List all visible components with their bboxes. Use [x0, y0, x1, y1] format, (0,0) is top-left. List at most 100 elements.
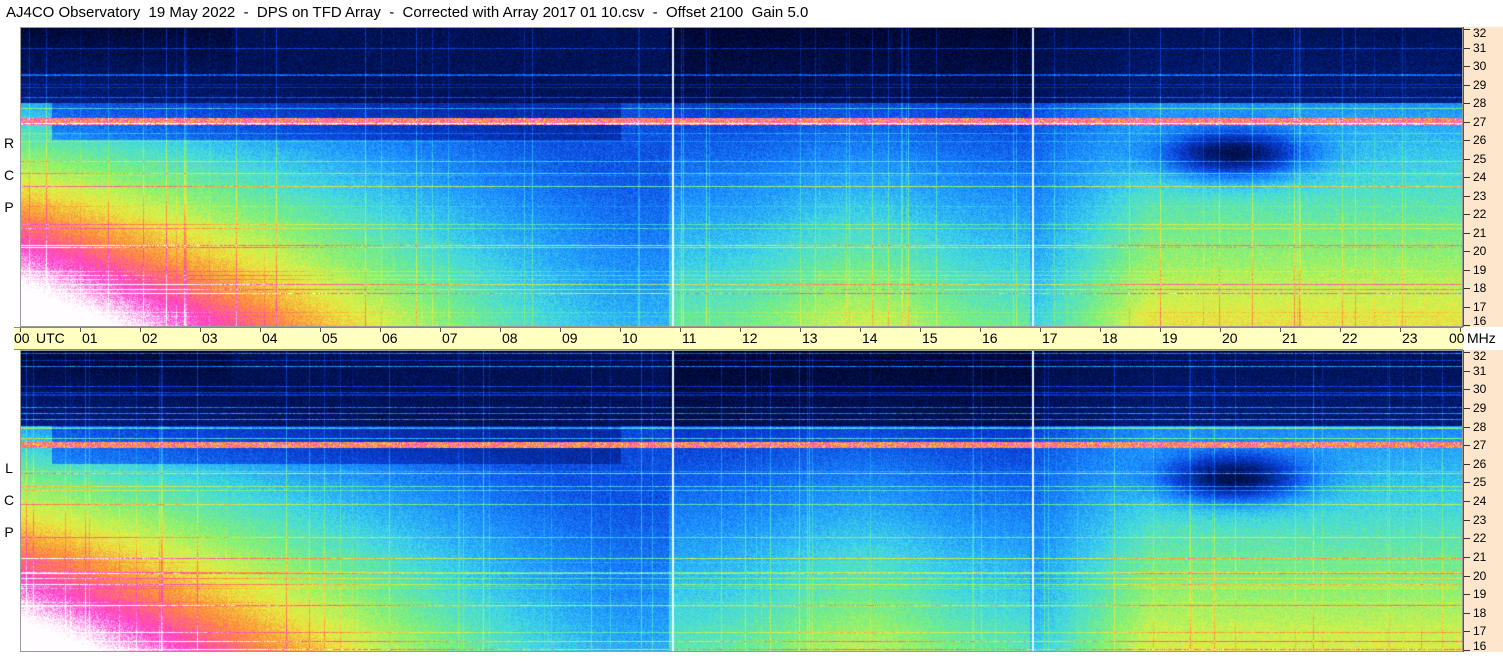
time-tick	[740, 328, 741, 332]
time-label: 06	[382, 330, 398, 346]
rcp-freq-label: 23	[1473, 189, 1487, 203]
lcp-spectrogram-canvas	[21, 351, 1462, 651]
rcp-freq-tick	[1464, 288, 1470, 289]
time-label: 08	[502, 330, 518, 346]
lcp-freq-tick	[1464, 408, 1470, 409]
rcp-label-c: C	[3, 167, 15, 183]
rcp-freq-tick	[1464, 103, 1470, 104]
rcp-freq-tick	[1464, 85, 1470, 86]
time-tick	[260, 328, 261, 332]
rcp-freq-label: 29	[1473, 78, 1487, 92]
time-tick	[140, 328, 141, 332]
rcp-label: R C P	[0, 123, 18, 223]
time-label: 00	[14, 330, 30, 346]
lcp-label-p: P	[4, 524, 14, 540]
chart-title: AJ4CO Observatory 19 May 2022 - DPS on T…	[6, 4, 809, 21]
rcp-freq-tick	[1464, 122, 1470, 123]
time-label: 03	[202, 330, 218, 346]
rcp-freq-label: 17	[1473, 300, 1487, 314]
rcp-freq-label: 18	[1473, 281, 1487, 295]
time-label: 17	[1042, 330, 1058, 346]
rcp-freq-label: 26	[1473, 133, 1487, 147]
time-tick	[800, 328, 801, 332]
rcp-freq-tick	[1464, 140, 1470, 141]
rcp-freq-tick	[1464, 177, 1470, 178]
time-label: 05	[322, 330, 338, 346]
rcp-freq-label: 31	[1473, 41, 1487, 55]
lcp-freq-label: 32	[1473, 349, 1487, 363]
lcp-freq-label: 18	[1473, 606, 1487, 620]
lcp-freq-tick	[1464, 371, 1470, 372]
time-tick	[20, 328, 21, 332]
rcp-freq-label: 30	[1473, 59, 1487, 73]
rcp-freq-tick	[1464, 214, 1470, 215]
time-tick	[1400, 328, 1401, 332]
lcp-freq-label: 23	[1473, 513, 1487, 527]
lcp-freq-tick	[1464, 482, 1470, 483]
lcp-freq-label: 27	[1473, 438, 1487, 452]
lcp-label-l: L	[5, 460, 13, 476]
time-tick	[320, 328, 321, 332]
lcp-freq-tick	[1464, 520, 1470, 521]
time-label: 12	[742, 330, 758, 346]
rcp-freq-label: 16	[1473, 314, 1487, 328]
time-tick	[1100, 328, 1101, 332]
rcp-freq-label: 27	[1473, 115, 1487, 129]
lcp-label: L C P	[0, 452, 18, 552]
time-tick	[1220, 328, 1221, 332]
time-label: 10	[622, 330, 638, 346]
time-label: 23	[1402, 330, 1418, 346]
time-label: 14	[862, 330, 878, 346]
time-label: 07	[442, 330, 458, 346]
lcp-label-c: C	[3, 492, 15, 508]
rcp-spectrogram	[20, 27, 1463, 327]
lcp-frequency-axis: 16 17 18 19 20 21 22 23 24 25 26 27 28 29 30 31 32	[1463, 350, 1503, 652]
lcp-freq-tick	[1464, 389, 1470, 390]
rcp-freq-label: 21	[1473, 226, 1487, 240]
lcp-freq-label: 31	[1473, 364, 1487, 378]
time-tick	[1040, 328, 1041, 332]
bottom-margin	[0, 652, 1503, 672]
lcp-freq-tick	[1464, 352, 1470, 353]
lcp-freq-tick	[1464, 613, 1470, 614]
time-tick	[200, 328, 201, 332]
time-label: 22	[1342, 330, 1358, 346]
rcp-freq-tick	[1464, 66, 1470, 67]
rcp-freq-label: 19	[1473, 263, 1487, 277]
lcp-freq-label: 22	[1473, 531, 1487, 545]
time-tick	[980, 328, 981, 332]
rcp-freq-label: 25	[1473, 152, 1487, 166]
lcp-freq-label: 21	[1473, 550, 1487, 564]
time-tick	[380, 328, 381, 332]
rcp-freq-tick	[1464, 29, 1470, 30]
time-tick	[80, 328, 81, 332]
rcp-label-r: R	[3, 135, 15, 151]
lcp-freq-tick	[1464, 427, 1470, 428]
rcp-freq-tick	[1464, 251, 1470, 252]
lcp-freq-tick	[1464, 557, 1470, 558]
lcp-freq-tick	[1464, 576, 1470, 577]
time-label: 02	[142, 330, 158, 346]
lcp-freq-tick	[1464, 501, 1470, 502]
time-label: 16	[982, 330, 998, 346]
time-tick	[1460, 328, 1461, 332]
time-label: 20	[1222, 330, 1238, 346]
rcp-spectrogram-canvas	[21, 28, 1462, 326]
time-tick	[620, 328, 621, 332]
lcp-freq-label: 17	[1473, 624, 1487, 638]
lcp-freq-label: 30	[1473, 382, 1487, 396]
rcp-freq-tick	[1464, 307, 1470, 308]
time-label: 15	[922, 330, 938, 346]
time-label: 18	[1102, 330, 1118, 346]
time-tick	[680, 328, 681, 332]
rcp-freq-tick	[1464, 325, 1470, 326]
time-tick	[920, 328, 921, 332]
rcp-freq-label: 32	[1473, 26, 1487, 40]
time-label: 11	[682, 330, 697, 346]
time-tick	[560, 328, 561, 332]
rcp-freq-tick	[1464, 270, 1470, 271]
lcp-freq-tick	[1464, 631, 1470, 632]
time-label: 04	[262, 330, 278, 346]
rcp-freq-label: 28	[1473, 96, 1487, 110]
rcp-freq-tick	[1464, 159, 1470, 160]
